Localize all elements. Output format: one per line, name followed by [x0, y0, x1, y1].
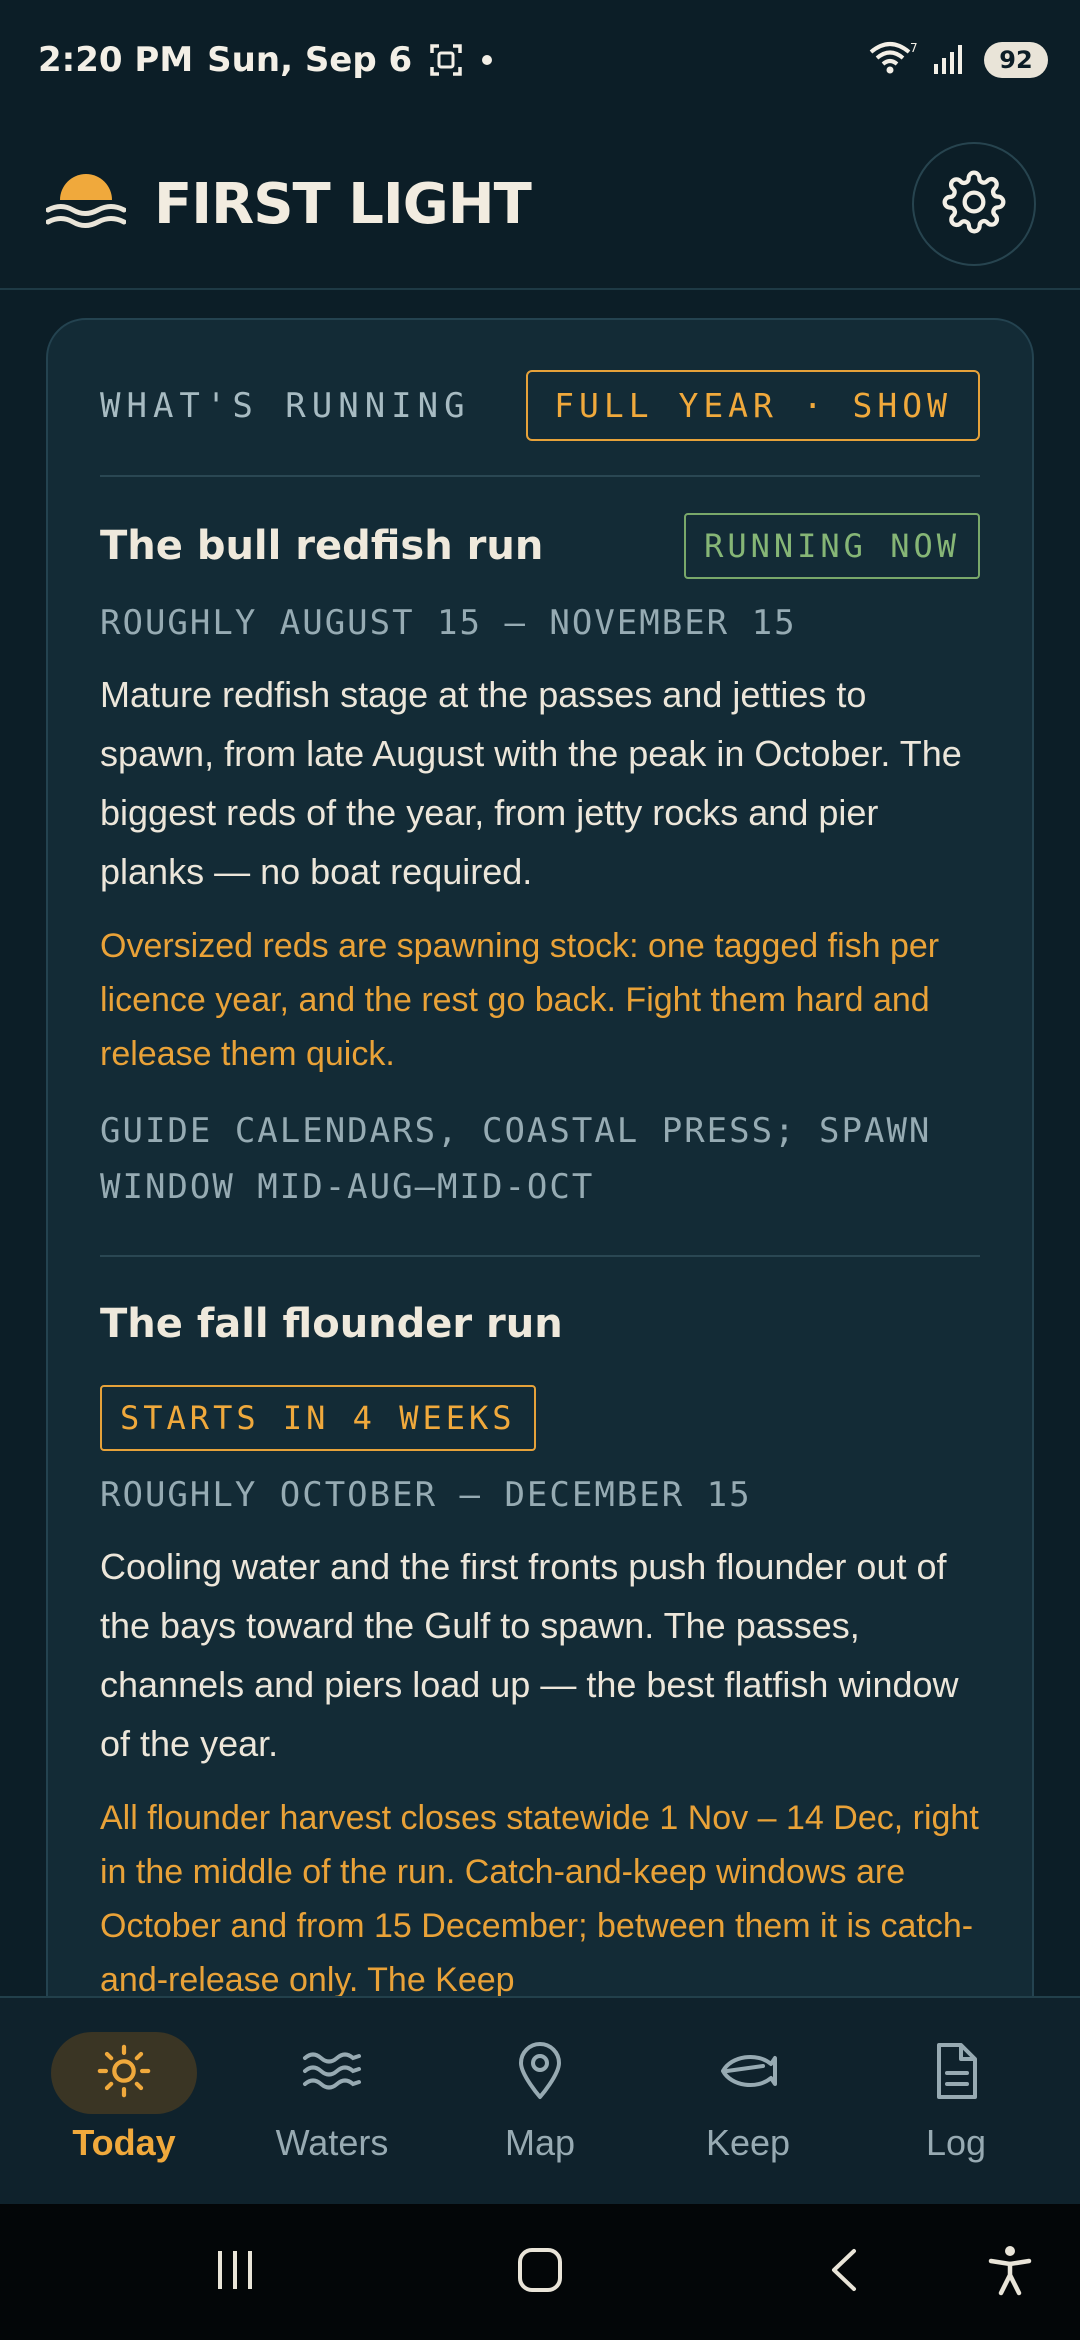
- nav-icon-pill: [467, 2032, 613, 2114]
- fish-icon: [717, 2046, 779, 2100]
- nav-waters[interactable]: Waters: [237, 2032, 427, 2164]
- map-pin-icon: [515, 2041, 565, 2105]
- brand: FIRST LIGHT: [45, 170, 532, 238]
- run-description: Cooling water and the first fronts push …: [100, 1546, 959, 1764]
- document-icon: [931, 2041, 981, 2105]
- screenshot-icon: [426, 40, 466, 80]
- nav-icon-pill: [675, 2032, 821, 2114]
- card-title: WHAT'S RUNNING: [100, 385, 471, 426]
- status-badge: RUNNING NOW: [684, 513, 980, 579]
- home-icon: [515, 2245, 565, 2299]
- accessibility-icon: [985, 2243, 1035, 2301]
- run-name: The fall flounder run: [100, 1301, 563, 1347]
- settings-button[interactable]: [912, 142, 1036, 266]
- screen: 2:20 PM Sun, Sep 6 7 92 FIRST LIGHT WHAT…: [0, 0, 1080, 2340]
- nav-label: Waters: [275, 2122, 389, 2163]
- run-name: The bull redfish run: [100, 523, 544, 569]
- sun-icon: [95, 2042, 153, 2104]
- status-date: Sun, Sep 6: [207, 40, 413, 80]
- bottom-nav: Today Waters Map Keep Log: [0, 1996, 1080, 2204]
- app-title: FIRST LIGHT: [154, 171, 532, 237]
- gear-icon: [942, 170, 1006, 238]
- accessibility-button[interactable]: [975, 2242, 1045, 2302]
- home-button[interactable]: [505, 2242, 575, 2302]
- nav-label: Keep: [705, 2122, 791, 2163]
- dot-icon: [480, 53, 494, 67]
- nav-label: Today: [72, 2122, 176, 2163]
- content-scroll[interactable]: WHAT'S RUNNING FULL YEAR · SHOW The bull…: [0, 292, 1080, 1996]
- nav-keep[interactable]: Keep: [653, 2032, 843, 2164]
- system-nav-bar: [0, 2204, 1080, 2340]
- run-item: The bull redfish run RUNNING NOW ROUGHLY…: [100, 477, 980, 1215]
- signal-icon: [932, 40, 970, 80]
- nav-log[interactable]: Log: [861, 2032, 1051, 2164]
- nav-label: Map: [504, 2122, 576, 2163]
- status-bar: 2:20 PM Sun, Sep 6 7 92: [0, 0, 1080, 120]
- sunrise-logo-icon: [45, 170, 127, 238]
- recents-icon: [210, 2245, 260, 2299]
- back-button[interactable]: [810, 2242, 880, 2302]
- app-header: FIRST LIGHT: [0, 120, 1080, 290]
- run-dates: ROUGHLY AUGUST 15 – NOVEMBER 15: [100, 603, 797, 643]
- wifi-icon: 7: [868, 40, 918, 80]
- battery-icon: 92: [984, 42, 1048, 78]
- full-year-toggle-button[interactable]: FULL YEAR · SHOW: [526, 370, 980, 441]
- card-header: WHAT'S RUNNING FULL YEAR · SHOW: [100, 370, 980, 477]
- svg-text:7: 7: [910, 41, 918, 55]
- status-left: 2:20 PM Sun, Sep 6: [38, 40, 494, 80]
- nav-icon-pill: [883, 2032, 1029, 2114]
- run-item: The fall flounder run STARTS IN 4 WEEKS …: [100, 1255, 980, 1996]
- waves-icon: [301, 2042, 363, 2104]
- status-badge: STARTS IN 4 WEEKS: [100, 1385, 536, 1451]
- status-time: 2:20 PM: [38, 40, 194, 80]
- recents-button[interactable]: [200, 2242, 270, 2302]
- run-regulation-note: Oversized reds are spawning stock: one t…: [100, 927, 940, 1073]
- status-right: 7 92: [868, 40, 1048, 80]
- nav-map[interactable]: Map: [445, 2032, 635, 2164]
- run-description: Mature redfish stage at the passes and j…: [100, 674, 962, 892]
- nav-icon-pill: [51, 2032, 197, 2114]
- nav-icon-pill: [259, 2032, 405, 2114]
- nav-label: Log: [925, 2122, 987, 2163]
- back-icon: [820, 2245, 870, 2299]
- run-header: The fall flounder run: [100, 1301, 980, 1347]
- whats-running-card: WHAT'S RUNNING FULL YEAR · SHOW The bull…: [46, 318, 1034, 1996]
- run-regulation-note: All flounder harvest closes statewide 1 …: [100, 1799, 979, 1996]
- nav-today[interactable]: Today: [29, 2032, 219, 2164]
- run-source: GUIDE CALENDARS, COASTAL PRESS; SPAWN WI…: [100, 1111, 932, 1207]
- run-dates: ROUGHLY OCTOBER – DECEMBER 15: [100, 1475, 752, 1515]
- run-header: The bull redfish run RUNNING NOW: [100, 513, 980, 579]
